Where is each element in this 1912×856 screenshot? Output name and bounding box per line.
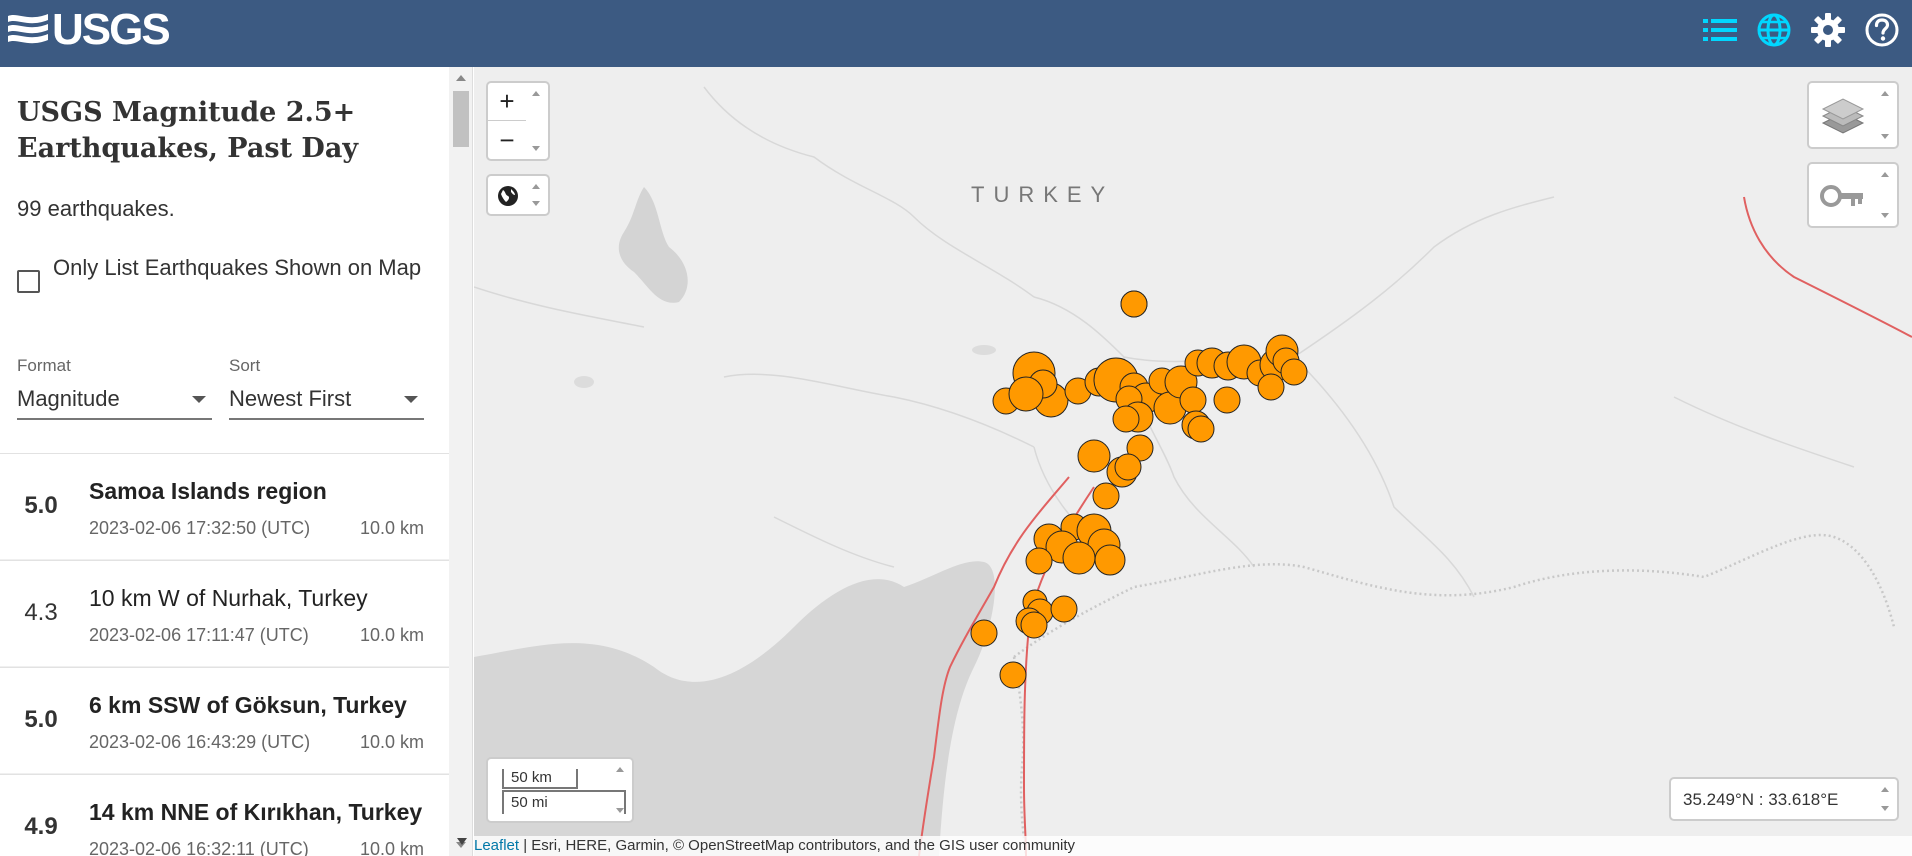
legend-control-scrollbar[interactable] [1873,164,1897,226]
quake-place: 6 km SSW of Göksun, Turkey [89,692,407,718]
earthquake-list-item[interactable]: 4.9 14 km NNE of Kırıkhan, Turkey 2023-0… [0,774,449,856]
app-header: USGS [0,0,1912,67]
usgs-logo[interactable]: USGS [8,5,171,54]
earthquake-marker[interactable] [999,661,1027,689]
zoom-control: + − [486,81,550,161]
scale-km: 50 km [502,769,578,789]
world-view-scrollbar[interactable] [524,176,548,214]
quake-magnitude: 5.0 [24,706,58,733]
earthquake-marker[interactable] [1114,453,1142,481]
earthquake-count: 99 earthquakes. [17,196,175,221]
format-select[interactable]: Magnitude [17,384,212,420]
gear-icon [1811,13,1845,47]
quake-depth: 10.0 km [359,518,424,538]
only-shown-on-map-label[interactable]: Only List Earthquakes Shown on Map [53,250,421,293]
caret-down-icon [404,396,418,403]
mouse-position-control: 35.249°N : 33.618°E [1669,777,1899,821]
only-shown-on-map-option[interactable]: Only List Earthquakes Shown on Map [17,250,437,293]
help-icon [1865,13,1899,47]
earthquake-marker[interactable] [1213,386,1241,414]
earthquake-list: 5.0 Samoa Islands region 2023-02-06 17:3… [0,453,449,856]
globe-icon[interactable] [496,184,520,208]
coordinates-scrollbar[interactable] [1873,779,1897,819]
quake-place: Samoa Islands region [89,478,327,504]
zoom-control-scrollbar[interactable] [524,83,548,159]
mouse-coordinates: 35.249°N : 33.618°E [1683,790,1839,809]
layers-control [1807,81,1899,149]
zoom-out-button[interactable]: − [488,122,526,160]
earthquake-marker[interactable] [970,619,998,647]
quake-magnitude: 4.9 [24,813,58,840]
legend-control [1807,162,1899,228]
quake-magnitude: 5.0 [24,492,58,519]
format-value: Magnitude [17,386,120,411]
quake-place: 10 km W of Nurhak, Turkey [89,585,368,611]
earthquake-marker[interactable] [1077,439,1111,473]
list-view-button[interactable] [1700,10,1740,50]
earthquake-marker[interactable] [1050,595,1078,623]
earthquake-marker[interactable] [1120,290,1148,318]
leaflet-link[interactable]: Leaflet [474,837,519,854]
help-button[interactable] [1862,10,1902,50]
header-toolbar [1700,10,1902,50]
attribution-toggle-icon[interactable] [457,838,467,845]
world-view-control [486,174,550,216]
earthquake-marker[interactable] [1025,547,1053,575]
earthquake-list-item[interactable]: 4.3 10 km W of Nurhak, Turkey 2023-02-06… [0,560,449,666]
quake-depth: 10.0 km [359,732,424,752]
format-caption: Format [17,356,71,375]
earthquake-marker[interactable] [1112,405,1140,433]
sidebar-content: USGS Magnitude 2.5+ Earthquakes, Past Da… [0,67,449,856]
earthquake-marker[interactable] [1062,541,1096,575]
sort-select[interactable]: Newest First [229,384,424,420]
earthquake-markers [970,290,1308,689]
quake-time: 2023-02-06 16:43:29 (UTC) [89,732,311,752]
caret-down-icon [192,396,206,403]
earthquake-list-panel: USGS Magnitude 2.5+ Earthquakes, Past Da… [0,67,473,856]
quake-time: 2023-02-06 16:32:11 (UTC) [89,839,309,856]
sidebar-scrollbar[interactable] [449,67,472,856]
quake-magnitude: 4.3 [24,599,58,626]
usgs-wave-icon [8,10,48,50]
format-select-group: Format Magnitude [17,356,212,420]
layers-control-scrollbar[interactable] [1873,83,1897,147]
sort-caption: Sort [229,356,261,375]
earthquake-marker[interactable] [1257,373,1285,401]
earthquake-marker[interactable] [1179,386,1207,414]
settings-button[interactable] [1808,10,1848,50]
layers-icon[interactable] [1819,95,1867,139]
quake-time: 2023-02-06 17:11:47 (UTC) [89,625,309,645]
earthquake-marker[interactable] [1008,376,1044,412]
quake-depth: 10.0 km [359,839,424,856]
attribution-text: | Esri, HERE, Garmin, © OpenStreetMap co… [519,837,1076,854]
scroll-up-icon[interactable] [456,75,466,81]
map-view[interactable]: TURKEY + − 50 km 50 mi 35.249°N: 33.618… [474,67,1912,856]
feed-title: USGS Magnitude 2.5+ Earthquakes, Past Da… [17,97,359,164]
earthquake-list-item[interactable]: 5.0 Samoa Islands region 2023-02-06 17:3… [0,453,449,559]
earthquake-list-item[interactable]: 5.0 6 km SSW of Göksun, Turkey 2023-02-0… [0,667,449,773]
quake-time: 2023-02-06 17:32:50 (UTC) [89,518,311,538]
scroll-thumb[interactable] [453,91,469,147]
sort-value: Newest First [229,386,352,411]
earthquake-marker[interactable] [1092,482,1120,510]
key-icon[interactable] [1819,178,1867,214]
earthquake-marker[interactable] [1020,611,1048,639]
earthquake-marker[interactable] [1280,358,1308,386]
earthquake-marker[interactable] [1094,544,1126,576]
scale-control-scrollbar[interactable] [608,759,632,821]
zoom-in-button[interactable]: + [488,83,526,121]
list-icon [1703,19,1737,41]
only-shown-on-map-checkbox[interactable] [17,270,40,293]
quake-place: 14 km NNE of Kırıkhan, Turkey [89,799,423,825]
logo-text: USGS [52,5,171,54]
earthquake-marker[interactable] [1187,415,1215,443]
quake-depth: 10.0 km [359,625,424,645]
sort-select-group: Sort Newest First [229,356,424,420]
map-attribution: Leaflet | Esri, HERE, Garmin, © OpenStre… [474,836,1912,856]
map-view-button[interactable] [1754,10,1794,50]
scale-control: 50 km 50 mi [486,757,634,823]
globe-icon [1757,13,1791,47]
